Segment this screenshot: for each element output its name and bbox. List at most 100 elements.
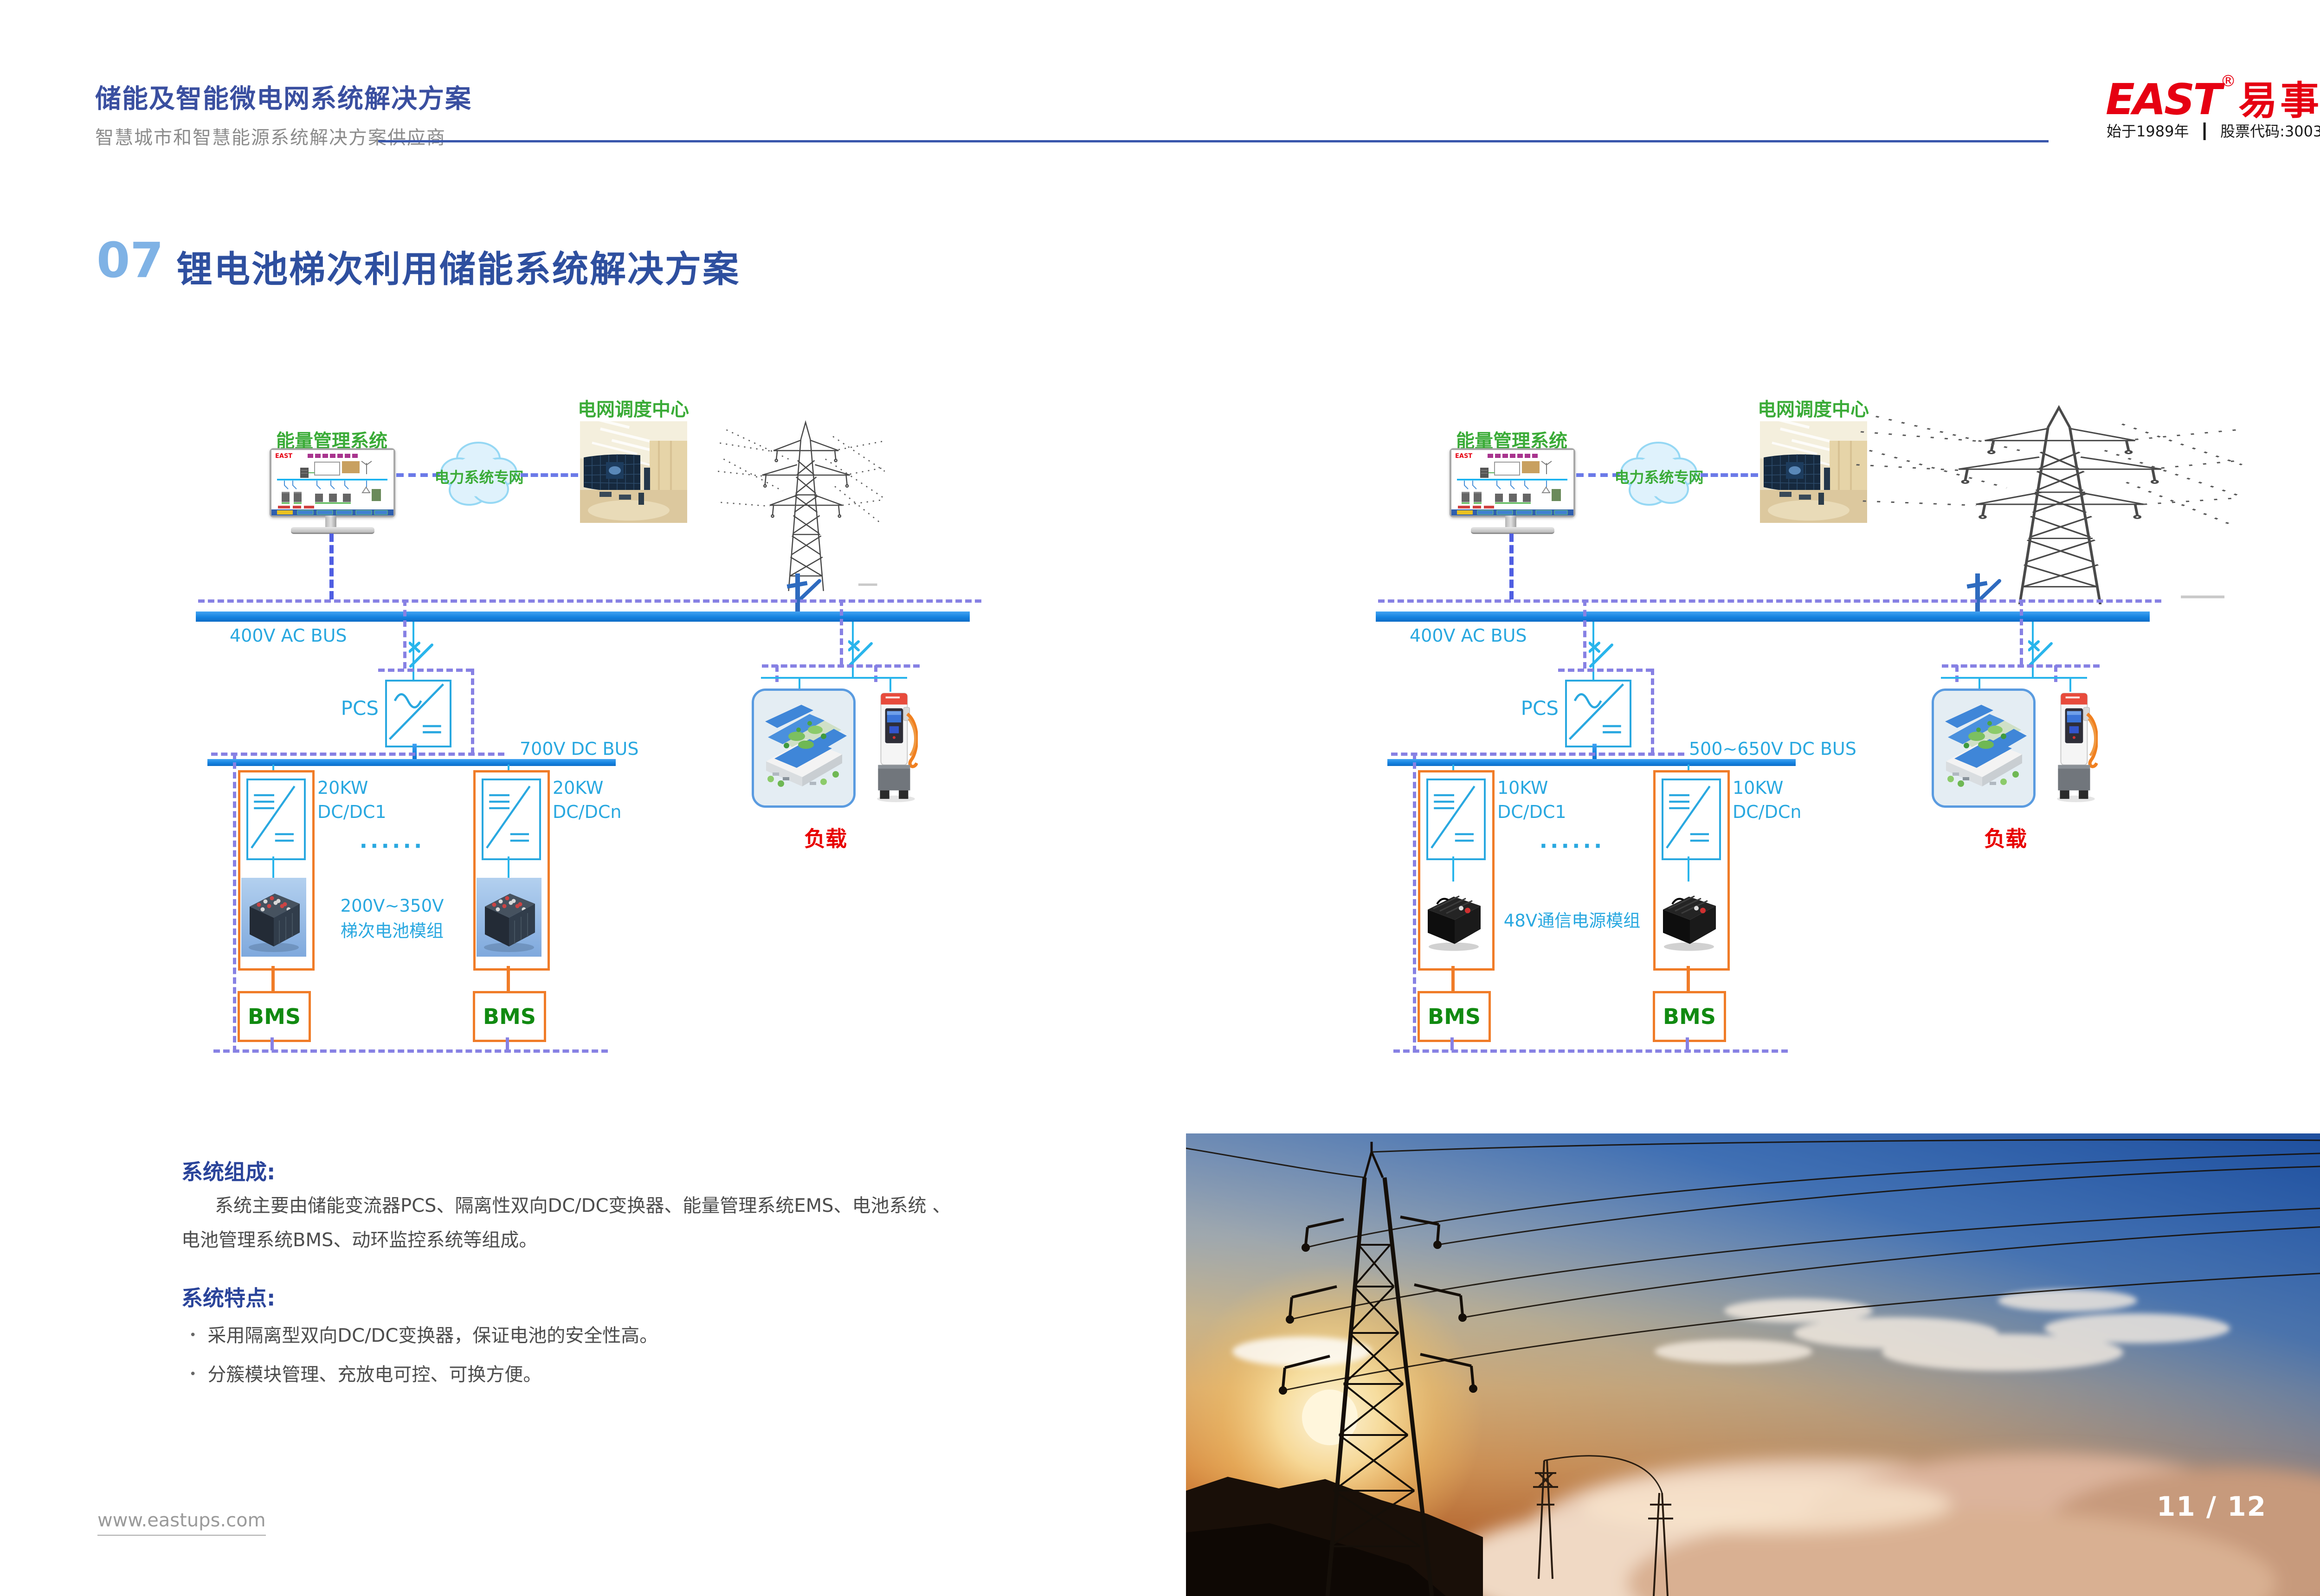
feature-item-1: • 采用隔离型双向DC/DC变换器，保证电池的安全性高。 [189, 1320, 658, 1347]
website-link[interactable]: www.eastups.com [97, 1510, 266, 1536]
network-label: 电力系统专网 [429, 466, 529, 487]
logo-stock: 股票代码:300376 [2220, 122, 2320, 140]
ac-dashed-line [198, 599, 981, 603]
load-bus-2 [1941, 677, 2087, 679]
network-label-2: 电力系统专网 [1609, 466, 1709, 487]
composition-line2: 电池管理系统BMS、动环监控系统等组成。 [181, 1223, 970, 1257]
dcdcn-label: 20KW DC/DCn [553, 776, 621, 824]
dcdcn-symbol-box [482, 779, 541, 860]
load-breaker [848, 638, 878, 668]
module-range-line1-2: 48V通信电源模组 [1493, 908, 1651, 933]
dcdc1-label: 20KW DC/DC1 [317, 776, 387, 824]
load-label: 负载 [784, 822, 867, 853]
ev-charger-image-2 [2054, 689, 2098, 803]
dc-bus-label: 700V DC BUS [520, 739, 638, 759]
load-breaker-2 [2028, 638, 2058, 668]
bms1-link-2 [1451, 966, 1455, 991]
cluster-dashed-left-2 [1413, 753, 1416, 1052]
ac-bus-label: 400V AC BUS [230, 625, 347, 646]
dc-dashed-line-2 [1391, 753, 1684, 756]
building-stub-2 [1978, 678, 1980, 689]
cloud-dispatch-link [521, 473, 578, 477]
monitor-base [291, 527, 374, 534]
composition-paragraph: 系统主要由储能变流器PCS、隔离性双向DC/DC变换器、能量管理系统EMS、电池… [181, 1189, 970, 1257]
logo-separator: ┃ [2200, 122, 2209, 140]
pcs-symbol [387, 682, 446, 742]
bmsn-dashed-stub [506, 1037, 509, 1050]
bms1-link [271, 966, 275, 991]
ev-charger-image [874, 689, 918, 803]
dispatch-room-photo-2 [1760, 421, 1867, 523]
bms1-dashed-stub [271, 1037, 274, 1050]
load-dashed-hook2 [874, 665, 877, 682]
battery-module-n [477, 878, 541, 957]
load-dashed-line [762, 664, 920, 668]
section-number: 07 [97, 232, 164, 289]
dcdcn-name: DC/DCn [553, 800, 621, 824]
monitor-base-2 [1471, 527, 1554, 534]
ems-monitor [270, 448, 395, 517]
sunset-tower-photo: 11 / 12 [1186, 1133, 2320, 1596]
load-label-2: 负载 [1964, 822, 2047, 853]
module-range-label-2: 48V通信电源模组 [1493, 908, 1651, 933]
dcdcn-symbol-box-2 [1662, 779, 1721, 860]
feature-text-2: 分簇模块管理、充放电可控、可换方便。 [207, 1364, 541, 1385]
comm-power-module-n [1656, 882, 1721, 953]
logo-tagline: 始于1989年 ┃ 股票代码:300376 [2107, 120, 2320, 141]
building-illustration-2 [1934, 691, 2033, 805]
bmsn-dashed-stub-2 [1686, 1037, 1689, 1050]
ac-dashed-line-2 [1378, 599, 2161, 603]
dispatch-label: 电网调度中心 [564, 394, 703, 421]
composition-line1: 系统主要由储能变流器PCS、隔离性双向DC/DC变换器、能量管理系统EMS、电池… [181, 1189, 970, 1223]
pcs-label-2: PCS [1508, 697, 1559, 720]
dcdcn-power-2: 10KW [1733, 776, 1801, 800]
transmission-tower-sketch-2 [1854, 400, 2246, 609]
building-illustration [754, 691, 853, 805]
module-range-line1: 200V~350V [325, 894, 459, 919]
comm-power-module-1 [1421, 882, 1486, 953]
dcdcn-label-2: 10KW DC/DCn [1733, 776, 1801, 824]
bullet-icon: • [189, 1367, 196, 1381]
bullet-icon: • [189, 1328, 196, 1342]
feature-text-1: 采用隔离型双向DC/DC变换器，保证电池的安全性高。 [207, 1325, 658, 1346]
bmsn-box-2: BMS [1653, 991, 1726, 1042]
dcdc1-label-2: 10KW DC/DC1 [1497, 776, 1566, 824]
ac-bus-2 [1376, 611, 2150, 622]
pcs-symbol-2 [1567, 682, 1626, 742]
dcdc1-symbol-box [246, 779, 306, 860]
page-subtitle: 智慧城市和智慧能源系统解决方案供应商 [95, 122, 446, 149]
module-range-label: 200V~350V 梯次电池模组 [325, 894, 459, 944]
logo-cn: 易事特 [2238, 78, 2320, 123]
brochure-page: 储能及智能微电网系统解决方案 智慧城市和智慧能源系统解决方案供应商 EAST® … [0, 0, 2320, 1596]
bms1-box: BMS [238, 991, 311, 1042]
bms1-dashed-stub-2 [1450, 1037, 1454, 1050]
dcdc1-name: DC/DC1 [317, 800, 387, 824]
monitor-stand-2 [1505, 515, 1516, 528]
pcs-dashed-rect-top [378, 669, 472, 672]
dcdc1-battery-link [272, 856, 274, 879]
page-title: 储能及智能微电网系统解决方案 [95, 78, 472, 116]
logo-since: 始于1989年 [2107, 122, 2189, 140]
company-logo: EAST® 易事特 [2106, 70, 2320, 126]
dcdcn-name-2: DC/DCn [1733, 800, 1801, 824]
dcdcn-module-link-2 [1688, 856, 1689, 882]
ellipsis-dots: ······ [346, 833, 438, 858]
ems-screen-2 [1451, 450, 1573, 515]
logo-reg: ® [2220, 72, 2236, 90]
module-range-line2: 梯次电池模组 [325, 919, 459, 944]
load-dashed-line-2 [1942, 664, 2100, 668]
logo-east: EAST [2106, 75, 2220, 124]
pcs-box [385, 680, 451, 747]
load-dashed-drop [840, 599, 843, 664]
battery-module-1 [241, 878, 306, 957]
dc-bus-2 [1387, 759, 1796, 766]
load-dashed-drop-2 [2020, 599, 2023, 664]
sunset-photo-art [1186, 1133, 2320, 1596]
dcdc1-module-link-2 [1452, 856, 1454, 882]
bmsn-box: BMS [473, 991, 546, 1042]
dcdcn-symbol-2 [1663, 780, 1715, 855]
dcdcn-symbol [483, 780, 535, 855]
dcdc1-symbol-2 [1428, 780, 1480, 855]
features-heading: 系统特点: [181, 1281, 275, 1312]
dcdc1-symbol [248, 780, 300, 855]
